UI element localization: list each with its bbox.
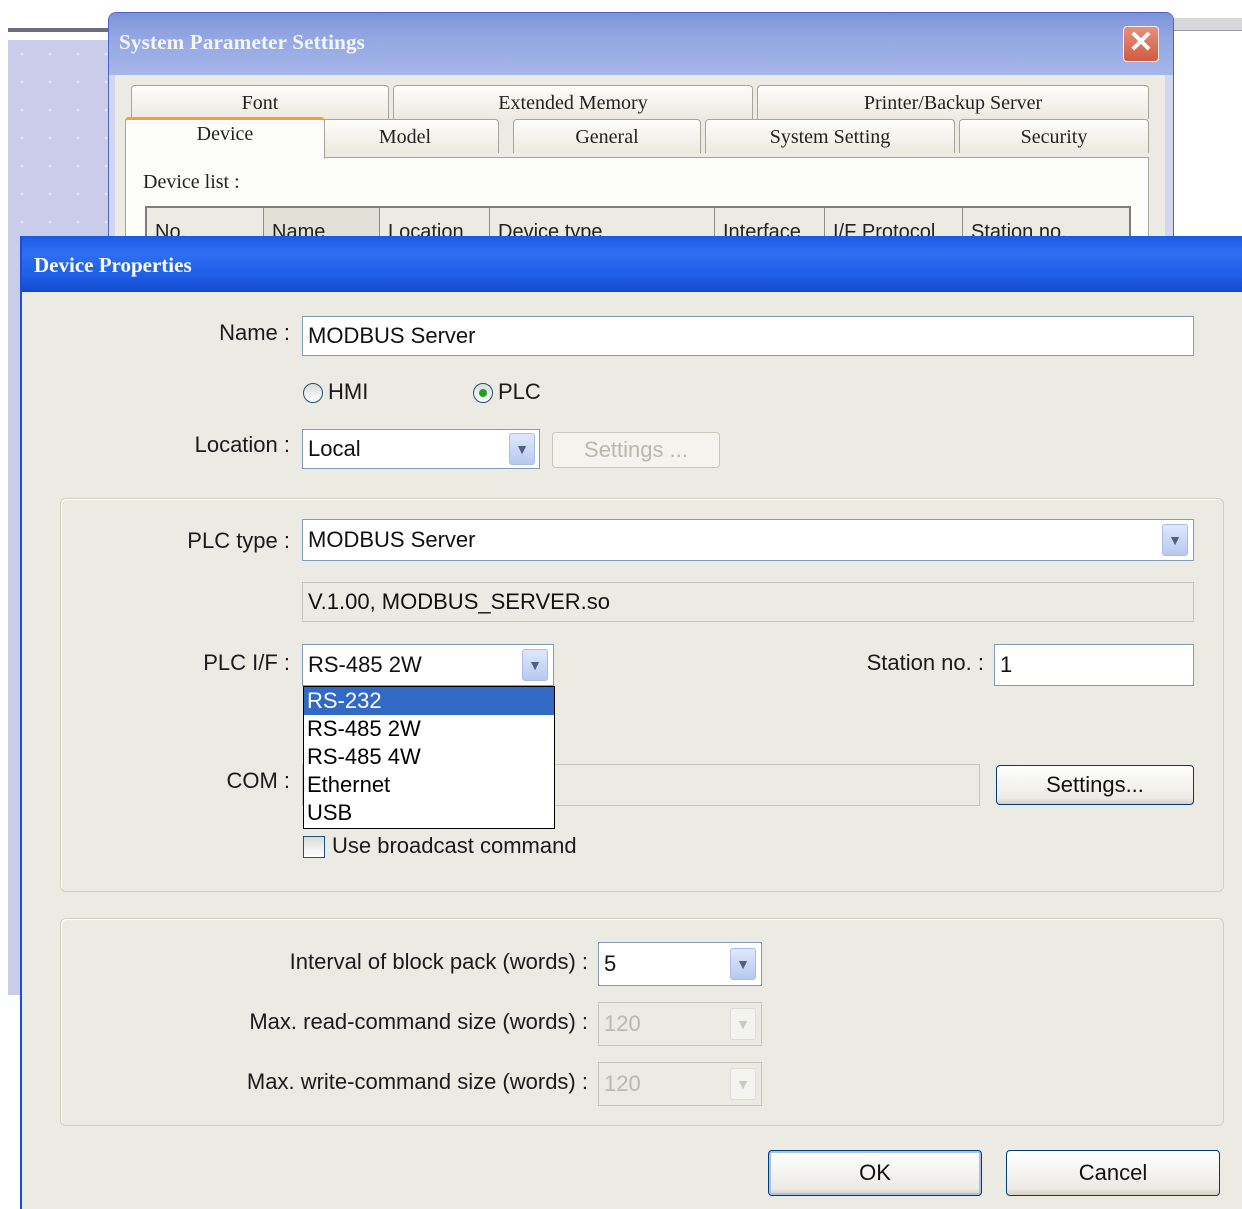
radio-selected-dot [479,389,487,397]
tab-system-setting[interactable]: System Setting [705,119,955,153]
interval-label: Interval of block pack (words) : [289,949,588,974]
plc-radio[interactable] [473,383,493,403]
tab-device[interactable]: Device [125,117,325,159]
chevron-down-icon[interactable]: ▼ [509,433,535,465]
list-item-rs485-2w[interactable]: RS-485 2W [304,715,554,743]
max-read-label: Max. read-command size (words) : [249,1009,588,1034]
tab-security[interactable]: Security [959,119,1149,153]
max-write-label: Max. write-command size (words) : [246,1069,588,1094]
chevron-down-icon: ▼ [730,1068,756,1100]
device-properties-dialog: Device Properties Name : MODBUS Server H… [20,236,1242,1209]
broadcast-label[interactable]: Use broadcast command [332,833,577,859]
device-list-label: Device list : [143,171,240,193]
sps-window-title: System Parameter Settings [119,30,366,54]
system-parameter-settings-window: System Parameter Settings ✕ Font Extende… [108,12,1174,244]
location-settings-button[interactable]: Settings ... [552,432,720,468]
com-label: COM : [226,768,290,793]
chevron-down-icon[interactable]: ▼ [730,948,756,980]
name-input[interactable]: MODBUS Server [302,316,1194,356]
plc-if-select[interactable]: RS-485 2W [302,644,554,686]
dialog-title: Device Properties [34,253,192,277]
station-no-input[interactable]: 1 [994,644,1194,686]
location-label: Location : [194,432,290,457]
tab-printer-backup-server[interactable]: Printer/Backup Server [757,85,1149,119]
sps-body: Font Extended Memory Printer/Backup Serv… [115,75,1165,243]
plc-type-select[interactable]: MODBUS Server [302,519,1194,561]
plc-if-dropdown-list: RS-232 RS-485 2W RS-485 4W Ethernet USB [303,686,555,829]
cancel-button[interactable]: Cancel [1006,1150,1220,1196]
background-window-edge [1172,18,1242,31]
broadcast-checkbox[interactable] [303,836,325,858]
hmi-radio[interactable] [303,383,323,403]
chevron-down-icon: ▼ [730,1008,756,1040]
plc-label[interactable]: PLC [498,379,541,405]
dp-titlebar[interactable]: Device Properties [22,236,1242,292]
plc-if-label: PLC I/F : [203,650,290,675]
list-item-ethernet[interactable]: Ethernet [304,771,554,799]
ok-button[interactable]: OK [768,1150,982,1196]
com-settings-button[interactable]: Settings... [996,765,1194,805]
tab-font[interactable]: Font [131,85,389,119]
close-icon[interactable]: ✕ [1123,26,1159,62]
tab-model[interactable]: Model [311,119,499,153]
list-item-usb[interactable]: USB [304,799,554,827]
chevron-down-icon[interactable]: ▼ [522,649,548,681]
chevron-down-icon[interactable]: ▼ [1162,524,1188,556]
desktop-line [8,28,108,32]
sps-titlebar[interactable]: System Parameter Settings ✕ [109,13,1173,75]
tab-extended-memory[interactable]: Extended Memory [393,85,753,119]
plc-version-text: V.1.00, MODBUS_SERVER.so [302,582,1194,622]
tab-general[interactable]: General [513,119,701,153]
list-item-rs485-4w[interactable]: RS-485 4W [304,743,554,771]
name-label: Name : [219,320,290,345]
station-no-label: Station no. : [866,650,984,675]
location-select[interactable]: Local [302,429,540,469]
list-item-rs232[interactable]: RS-232 [304,687,554,715]
plc-type-label: PLC type : [187,528,290,553]
hmi-label[interactable]: HMI [328,379,368,405]
